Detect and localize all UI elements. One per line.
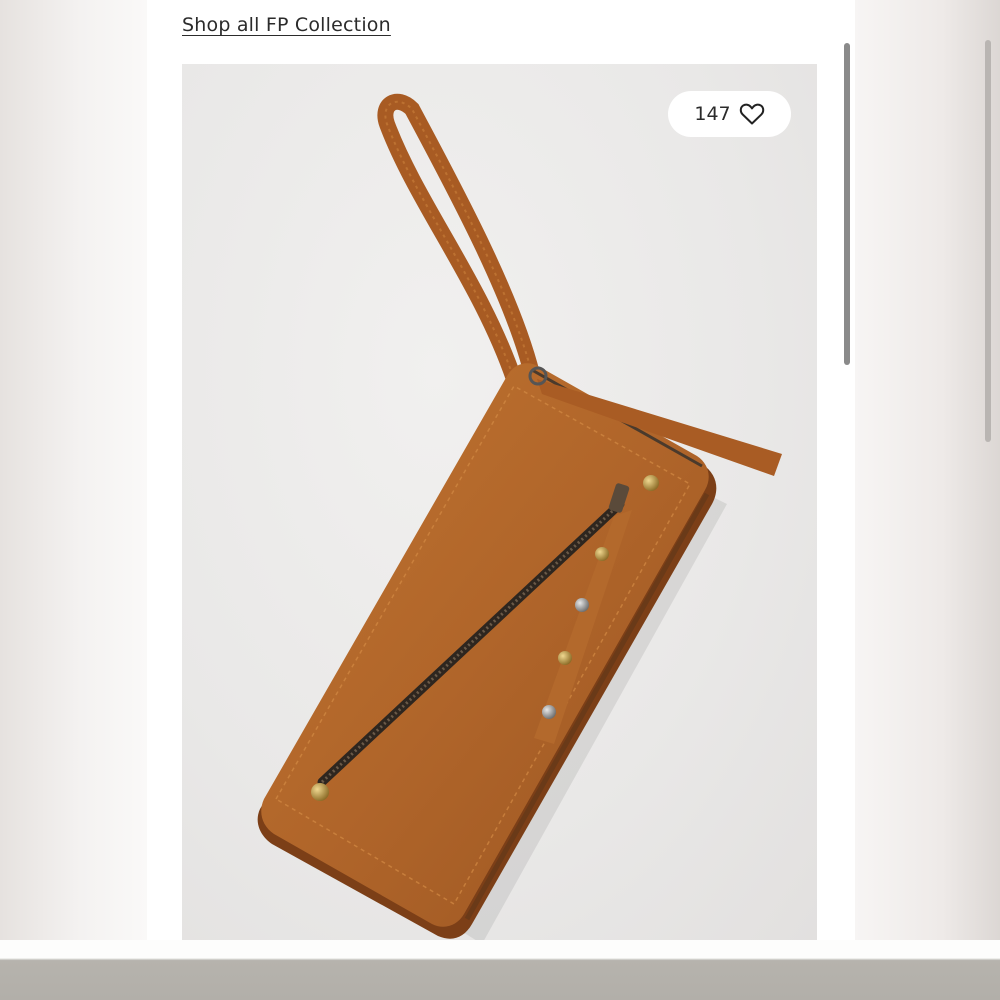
- bottom-bar: [0, 940, 1000, 1000]
- outer-scrollbar[interactable]: [985, 40, 991, 442]
- left-backdrop: [0, 0, 147, 940]
- right-backdrop: [855, 0, 1000, 940]
- product-image[interactable]: 147: [182, 64, 817, 940]
- product-panel: Shop all FP Collection 147: [147, 0, 855, 940]
- wallet-photo: [257, 93, 782, 940]
- shop-all-collection-link[interactable]: Shop all FP Collection: [182, 14, 391, 36]
- like-button[interactable]: 147: [668, 91, 791, 137]
- panel-scrollbar[interactable]: [844, 43, 850, 365]
- heart-outline-icon: [739, 103, 764, 125]
- like-count: 147: [694, 103, 731, 125]
